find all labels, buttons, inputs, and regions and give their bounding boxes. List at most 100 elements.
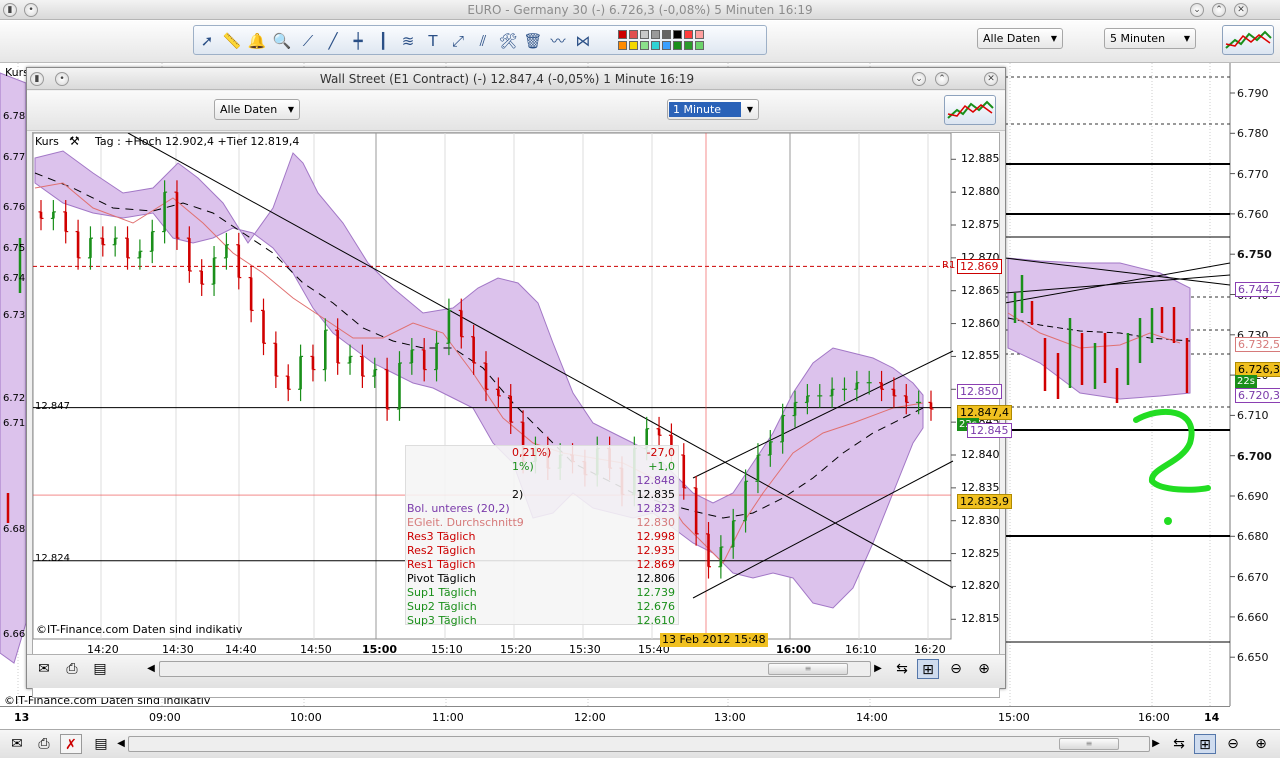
- color-swatch[interactable]: [695, 41, 704, 50]
- outer-x-tick: 11:00: [432, 711, 464, 724]
- vertical-line-icon[interactable]: ┃: [372, 30, 394, 52]
- inner-close-button[interactable]: ✕: [984, 72, 998, 86]
- mail-icon[interactable]: ✉: [6, 734, 28, 754]
- color-swatch[interactable]: [629, 30, 638, 39]
- color-swatch[interactable]: [673, 30, 682, 39]
- inner-y-tick: 12.840: [961, 448, 1000, 461]
- zoom-in-icon[interactable]: ⊕: [973, 659, 995, 679]
- outer-scroll-thumb[interactable]: ≡: [1059, 738, 1119, 750]
- legend-partial-2: 1%): [512, 460, 534, 473]
- zoom-out-icon[interactable]: ⊖: [1222, 734, 1244, 754]
- color-swatch[interactable]: [673, 41, 682, 50]
- pattern-icon[interactable]: ⋈: [572, 30, 594, 52]
- move-chart-icon[interactable]: ⇆: [891, 659, 913, 679]
- inner-titlebar[interactable]: ▮ • Wall Street (E1 Contract) (-) 12.847…: [27, 68, 1005, 90]
- legend-value: 12.676: [636, 600, 676, 613]
- inner-data-range-value: Alle Daten: [220, 103, 278, 116]
- ruler-icon[interactable]: 📏: [221, 30, 243, 52]
- inner-chart[interactable]: Kurs ⚒ Tag : +Hoch 12.902,4 +Tief 12.819…: [32, 132, 1012, 698]
- tools-icon[interactable]: 🛠: [497, 30, 519, 52]
- color-swatch[interactable]: [618, 30, 627, 39]
- color-swatch[interactable]: [618, 41, 627, 50]
- inner-y-tick: 12.815: [961, 612, 1000, 626]
- inner-scroll-thumb[interactable]: ≡: [768, 663, 848, 675]
- color-swatch[interactable]: [662, 30, 671, 39]
- inner-chart-type-button[interactable]: [944, 95, 996, 125]
- color-swatch[interactable]: [629, 41, 638, 50]
- outer-y-tick: 6.650: [1237, 651, 1269, 665]
- day-high-low-info: Tag : +Hoch 12.902,4 +Tief 12.819,4: [95, 135, 300, 148]
- color-swatch[interactable]: [695, 30, 704, 39]
- zoom-out-icon[interactable]: ⊖: [945, 659, 967, 679]
- inner-chart-window[interactable]: ▮ • Wall Street (E1 Contract) (-) 12.847…: [26, 67, 1012, 698]
- inner-upper-band-box: 12.850: [957, 384, 1002, 399]
- zoom-tool-icon[interactable]: 🔍: [271, 30, 293, 52]
- outer-minimize-button[interactable]: ⌄: [1190, 3, 1204, 17]
- horizontal-line-icon[interactable]: ┿: [347, 30, 369, 52]
- legend-label: Sup2 Täglich: [407, 600, 477, 613]
- inner-period-select[interactable]: 1 Minute ▼: [667, 99, 759, 120]
- line-icon[interactable]: ╱: [322, 30, 344, 52]
- annotation-question-dot: [1164, 517, 1172, 525]
- legend-label: Sup3 Täglich: [407, 614, 477, 627]
- zoom-area-icon[interactable]: ⊞: [1194, 734, 1216, 754]
- inner-y-tick: 12.825: [961, 546, 1000, 560]
- color-swatch[interactable]: [684, 41, 693, 50]
- inner-horizontal-scrollbar[interactable]: ≡: [159, 661, 871, 677]
- outer-x-tick: 12:00: [574, 711, 606, 724]
- scroll-right-icon[interactable]: ▶: [870, 659, 886, 679]
- outer-chart-type-button[interactable]: [1222, 25, 1274, 55]
- fibonacci-icon[interactable]: ≋: [397, 30, 419, 52]
- outer-data-range-select[interactable]: Alle Daten ▼: [977, 28, 1063, 49]
- outer-x-axis: 13 09:00 10:00 11:00 12:00 13:00 14:00 15:00 16:…: [0, 706, 1230, 728]
- print-icon[interactable]: ⎙: [33, 734, 55, 754]
- scroll-left-icon[interactable]: ◀: [143, 659, 159, 679]
- scroll-right-icon[interactable]: ▶: [1148, 734, 1164, 754]
- alarm-bell-icon[interactable]: 🔔: [246, 30, 268, 52]
- legend-value: 12.739: [636, 586, 676, 599]
- outer-horizontal-scrollbar[interactable]: ≡: [128, 736, 1150, 752]
- cancel-order-icon[interactable]: ✗: [60, 734, 82, 754]
- outer-x-tick: 14:00: [856, 711, 888, 724]
- trendline-icon[interactable]: ⟋: [297, 30, 319, 52]
- outer-period-select[interactable]: 5 Minuten ▼: [1104, 28, 1196, 49]
- chevron-down-icon: ▼: [1050, 34, 1057, 43]
- color-swatch[interactable]: [640, 41, 649, 50]
- outer-left-y-tick: 6.77: [3, 152, 26, 163]
- pointer-icon[interactable]: ➚: [196, 30, 218, 52]
- inner-data-range-select[interactable]: Alle Daten ▼: [214, 99, 300, 120]
- legend-label: Res1 Täglich: [407, 558, 476, 571]
- parallel-lines-icon[interactable]: ⫽: [472, 30, 494, 52]
- zoom-in-icon[interactable]: ⊕: [1250, 734, 1272, 754]
- move-chart-icon[interactable]: ⇆: [1168, 734, 1190, 754]
- color-swatch[interactable]: [640, 30, 649, 39]
- channel-icon[interactable]: ⤢: [447, 30, 469, 52]
- text-tool-icon[interactable]: T: [422, 30, 444, 52]
- inner-maximize-button[interactable]: ⌃: [935, 72, 949, 86]
- scroll-left-icon[interactable]: ◀: [113, 734, 129, 754]
- export-icon[interactable]: ▤: [90, 734, 112, 754]
- print-icon[interactable]: ⎙: [61, 659, 83, 679]
- legend-value: 12.869: [636, 558, 676, 571]
- color-swatch[interactable]: [684, 30, 693, 39]
- line-chart-icon[interactable]: 〰: [547, 30, 569, 52]
- trash-icon[interactable]: 🗑: [522, 30, 544, 52]
- legend-partial-4-value: 12.835: [636, 488, 676, 501]
- mail-icon[interactable]: ✉: [33, 659, 55, 679]
- crosshair-price-box: 12.833,9: [957, 494, 1012, 509]
- outer-left-y-tick: 6.71: [3, 418, 26, 429]
- outer-y-tick: 6.760: [1237, 207, 1269, 221]
- export-icon[interactable]: ▤: [89, 659, 111, 679]
- zoom-area-icon[interactable]: ⊞: [917, 659, 939, 679]
- outer-left-y-tick: 6.73: [3, 310, 26, 321]
- outer-lower-band-box: 6.720,3: [1235, 388, 1280, 403]
- color-swatch[interactable]: [651, 41, 660, 50]
- color-swatch[interactable]: [662, 41, 671, 50]
- color-swatch[interactable]: [651, 30, 660, 39]
- inner-minimize-button[interactable]: ⌄: [912, 72, 926, 86]
- outer-maximize-button[interactable]: ⌃: [1212, 3, 1226, 17]
- chevron-down-icon: ▼: [1183, 34, 1190, 43]
- outer-close-button[interactable]: ✕: [1234, 3, 1248, 17]
- settings-wrench-icon[interactable]: ⚒: [69, 134, 80, 148]
- outer-y-tick: 6.690: [1237, 490, 1269, 503]
